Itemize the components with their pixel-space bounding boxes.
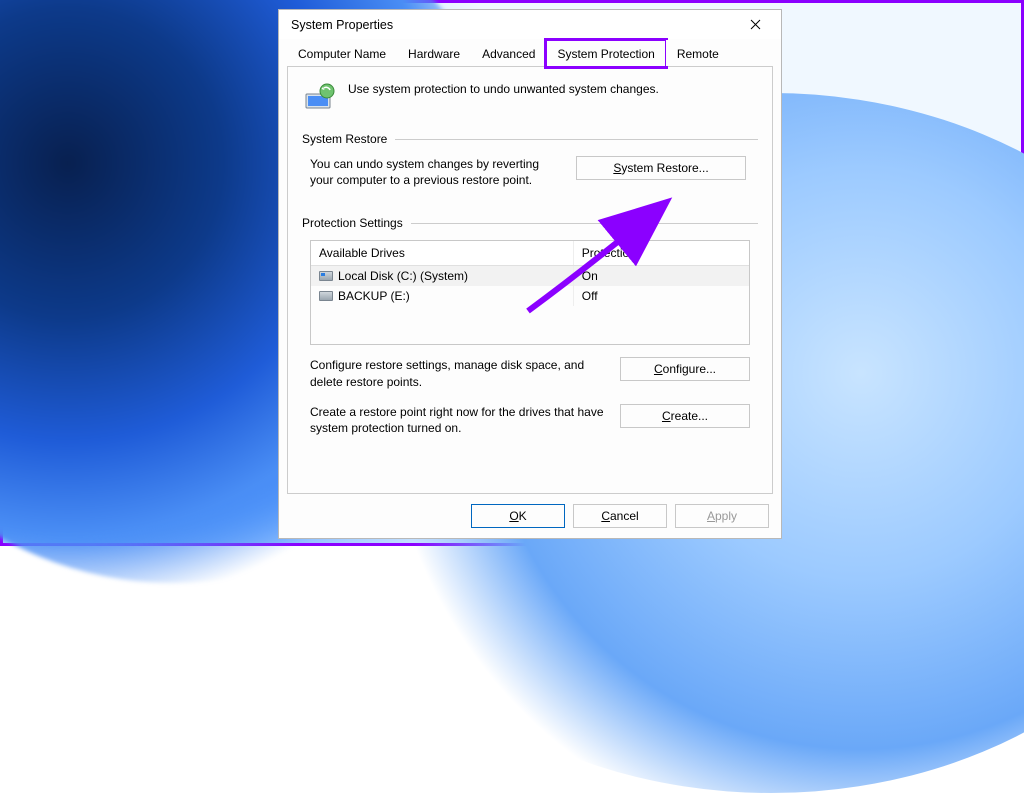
dialog-buttons: OK Cancel Apply (279, 494, 781, 538)
create-button[interactable]: Create... (620, 404, 750, 428)
column-available-drives: Available Drives (311, 241, 574, 265)
drive-protection-status: Off (574, 286, 749, 306)
apply-button: Apply (675, 504, 769, 528)
group-protection-settings: Protection Settings (302, 216, 758, 230)
window-title: System Properties (291, 18, 393, 32)
create-description: Create a restore point right now for the… (310, 404, 604, 436)
tab-remote[interactable]: Remote (666, 40, 730, 66)
drive-row[interactable]: BACKUP (E:) Off (311, 286, 749, 306)
configure-button[interactable]: Configure... (620, 357, 750, 381)
system-restore-description: You can undo system changes by reverting… (310, 156, 560, 188)
intro-text: Use system protection to undo unwanted s… (348, 80, 659, 114)
tab-system-protection[interactable]: System Protection (546, 40, 665, 67)
drive-name: BACKUP (E:) (338, 289, 410, 303)
disk-icon (319, 291, 333, 301)
cancel-button[interactable]: Cancel (573, 504, 667, 528)
tab-advanced[interactable]: Advanced (471, 40, 546, 66)
tab-panel-system-protection: Use system protection to undo unwanted s… (287, 66, 773, 494)
group-system-restore: System Restore (302, 132, 758, 146)
ok-button[interactable]: OK (471, 504, 565, 528)
titlebar: System Properties (279, 10, 781, 39)
tab-hardware[interactable]: Hardware (397, 40, 471, 66)
drives-table[interactable]: Available Drives Protection Local Disk (… (310, 240, 750, 345)
system-properties-dialog: System Properties Computer Name Hardware… (278, 9, 782, 539)
drive-name: Local Disk (C:) (System) (338, 269, 468, 283)
close-button[interactable] (741, 11, 769, 39)
drive-protection-status: On (574, 266, 749, 286)
configure-description: Configure restore settings, manage disk … (310, 357, 604, 389)
disk-icon (319, 271, 333, 281)
column-protection: Protection (574, 241, 749, 265)
drive-row[interactable]: Local Disk (C:) (System) On (311, 266, 749, 286)
system-restore-button[interactable]: System Restore... (576, 156, 746, 180)
system-protection-icon (302, 80, 336, 114)
tab-strip: Computer Name Hardware Advanced System P… (279, 39, 781, 494)
tab-computer-name[interactable]: Computer Name (287, 40, 397, 66)
drives-header: Available Drives Protection (311, 241, 749, 266)
